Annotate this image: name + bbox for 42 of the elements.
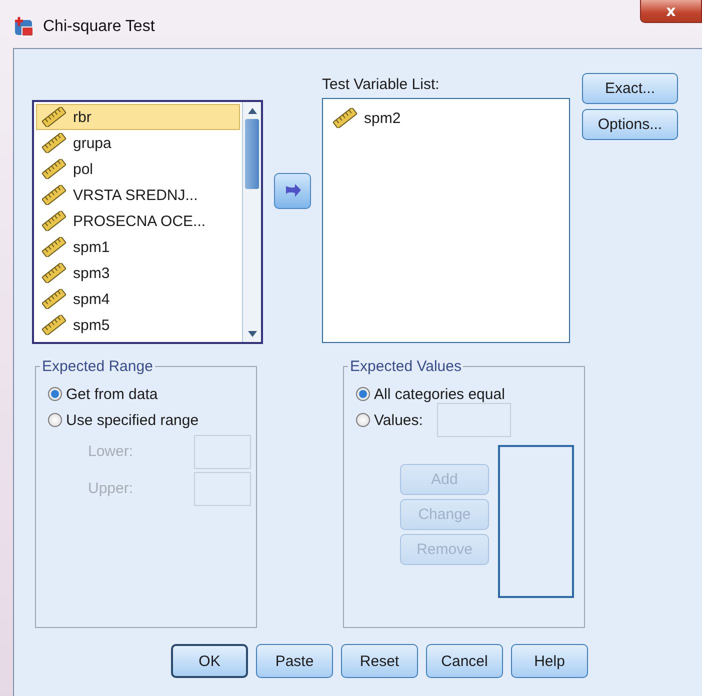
test-variable-list[interactable]: spm2: [322, 98, 570, 343]
scroll-down-icon[interactable]: [248, 330, 256, 336]
variable-item[interactable]: spm4: [36, 286, 240, 312]
dialog-button[interactable]: Paste: [256, 644, 333, 678]
values-list[interactable]: [498, 445, 574, 598]
dialog-button[interactable]: Reset: [341, 644, 418, 678]
dialog-button[interactable]: Cancel: [426, 644, 503, 678]
scrollbar[interactable]: [242, 102, 261, 342]
variable-item[interactable]: PROSECNA OCE...: [36, 208, 240, 234]
radio-button[interactable]: [48, 387, 62, 401]
group-title: Expected Range: [41, 358, 154, 375]
variable-item[interactable]: pol: [36, 156, 240, 182]
variable-item[interactable]: spm5: [36, 312, 240, 338]
scrollbar-thumb[interactable]: [245, 119, 259, 189]
radio-label: All categories equal: [374, 386, 505, 402]
variable-item[interactable]: spm2: [327, 105, 565, 131]
radio-button[interactable]: [356, 413, 370, 427]
field-label: Lower:: [88, 443, 134, 460]
dialog-button[interactable]: Help: [511, 644, 588, 678]
variable-item[interactable]: spm3: [36, 260, 240, 286]
variable-item[interactable]: spm1: [36, 234, 240, 260]
window-title: Chi-square Test: [43, 18, 155, 36]
radio-button[interactable]: [48, 413, 62, 427]
arrow-icon: [284, 184, 300, 198]
list-label: Test Variable List:: [322, 76, 440, 95]
scroll-up-icon[interactable]: [248, 108, 256, 114]
variable-item[interactable]: VRSTA SREDNJ...: [36, 182, 240, 208]
variable-item[interactable]: grupa: [36, 130, 240, 156]
move-button[interactable]: [274, 173, 311, 209]
radio-label: Get from data: [66, 386, 158, 402]
group-title: Expected Values: [349, 358, 462, 375]
dialog-button[interactable]: Exact...: [582, 73, 678, 104]
radio-button[interactable]: [356, 387, 370, 401]
variable-list[interactable]: rbr grupa pol VRSTA SREDNJ... PROSECNA OCE... spm1 spm3 spm4 spm5: [32, 100, 263, 344]
radio-label: Use specified range: [66, 412, 199, 428]
close-button[interactable]: x: [640, 0, 702, 23]
field-label: Upper:: [88, 480, 134, 497]
variable-item[interactable]: rbr: [36, 104, 240, 130]
app-icon: [13, 16, 35, 38]
dialog-button[interactable]: Options...: [582, 109, 678, 140]
radio-label: Values:: [374, 412, 423, 428]
dialog-button[interactable]: OK: [171, 644, 248, 678]
